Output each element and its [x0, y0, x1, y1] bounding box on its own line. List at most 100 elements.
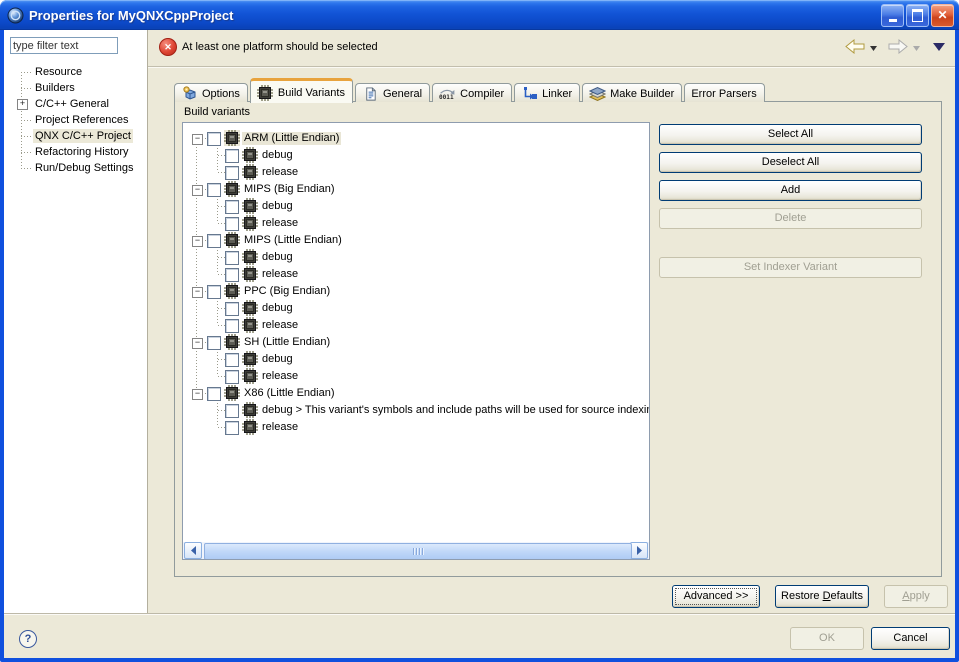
variant-label[interactable]: PPC (Big Endian) — [242, 285, 332, 298]
scrollbar-track[interactable] — [203, 543, 629, 558]
help-button[interactable]: ? — [19, 630, 37, 648]
sidebar-item-qnx-c-c-project[interactable]: QNX C/C++ Project — [4, 128, 147, 144]
scrollbar-thumb[interactable] — [204, 543, 632, 560]
checkbox[interactable] — [225, 200, 239, 214]
minimize-icon — [889, 19, 897, 22]
variant-label[interactable]: MIPS (Little Endian) — [242, 234, 344, 247]
tree-connector-line — [218, 257, 225, 258]
sidebar-item-builders[interactable]: Builders — [4, 80, 147, 96]
checkbox[interactable] — [225, 404, 239, 418]
maximize-icon — [912, 9, 923, 22]
variant-label[interactable]: debug > This variant's symbols and inclu… — [260, 404, 649, 417]
tab-build-variants[interactable]: Build Variants — [250, 78, 353, 103]
variant-label[interactable]: debug — [260, 149, 295, 162]
variant-label[interactable]: SH (Little Endian) — [242, 336, 332, 349]
tab-general[interactable]: General — [355, 83, 430, 102]
tab-make-builder[interactable]: Make Builder — [582, 83, 682, 102]
variant-label[interactable]: release — [260, 217, 300, 230]
checkbox[interactable] — [225, 268, 239, 282]
checkbox[interactable] — [225, 353, 239, 367]
checkbox[interactable] — [225, 302, 239, 316]
close-button[interactable]: ✕ — [931, 4, 954, 27]
checkbox[interactable] — [225, 370, 239, 384]
tab-linker[interactable]: Linker — [514, 83, 580, 102]
sidebar-item-run-debug-settings[interactable]: Run/Debug Settings — [4, 160, 147, 176]
tree-connector-line — [218, 359, 225, 360]
minimize-button[interactable] — [881, 4, 904, 27]
variant-group: − PPC (Big Endian) debug release — [183, 283, 649, 334]
variant-label[interactable]: release — [260, 319, 300, 332]
variant-label[interactable]: debug — [260, 353, 295, 366]
sidebar-tree: Resource Builders+C/C++ GeneralProject Re… — [4, 64, 147, 204]
variant-label[interactable]: release — [260, 166, 300, 179]
variant-label[interactable]: MIPS (Big Endian) — [242, 183, 336, 196]
variant-group: − SH (Little Endian) debug release — [183, 334, 649, 385]
collapse-icon[interactable]: − — [192, 389, 203, 400]
filter-input[interactable] — [10, 37, 118, 54]
checkbox[interactable] — [225, 251, 239, 265]
sidebar-item-resource[interactable]: Resource — [4, 64, 147, 80]
cancel-button[interactable]: Cancel — [871, 627, 950, 650]
tree-connector-line — [218, 376, 225, 377]
sidebar-item-project-references[interactable]: Project References — [4, 112, 147, 128]
tab-compiler[interactable]: 0011Compiler — [432, 83, 512, 102]
advanced-button[interactable]: Advanced >> — [672, 585, 760, 608]
variant-label[interactable]: release — [260, 268, 300, 281]
checkbox[interactable] — [207, 132, 221, 146]
checkbox[interactable] — [225, 421, 239, 435]
sidebar-item-c-c-general[interactable]: +C/C++ General — [4, 96, 147, 112]
collapse-icon[interactable]: − — [192, 185, 203, 196]
tree-row: − MIPS (Big Endian) — [183, 181, 649, 198]
scroll-left-button[interactable] — [184, 542, 202, 559]
tree-connector-line — [21, 152, 31, 153]
tree-row: − MIPS (Little Endian) — [183, 232, 649, 249]
tab-error-parsers[interactable]: Error Parsers — [684, 83, 764, 102]
sidebar-item-refactoring-history[interactable]: Refactoring History — [4, 144, 147, 160]
checkbox[interactable] — [207, 336, 221, 350]
variant-label[interactable]: ARM (Little Endian) — [242, 132, 341, 145]
window-controls: ✕ — [881, 4, 954, 27]
checkbox[interactable] — [207, 285, 221, 299]
collapse-icon[interactable]: − — [192, 338, 203, 349]
variant-group: − X86 (Little Endian) debug > This variant… — [183, 385, 649, 436]
variant-label[interactable]: debug — [260, 302, 295, 315]
back-dropdown-icon[interactable] — [870, 42, 877, 54]
properties-dialog: Properties for MyQNXCppProject ✕ Resourc… — [0, 0, 959, 662]
chip-icon — [242, 317, 258, 333]
checkbox[interactable] — [207, 183, 221, 197]
variant-label[interactable]: release — [260, 370, 300, 383]
view-menu-button[interactable] — [933, 42, 945, 54]
deselect-all-button[interactable]: Deselect All — [659, 152, 922, 173]
checkbox[interactable] — [207, 234, 221, 248]
add-button[interactable]: Add — [659, 180, 922, 201]
collapse-icon[interactable]: − — [192, 134, 203, 145]
checkbox[interactable] — [207, 387, 221, 401]
variant-label[interactable]: debug — [260, 200, 295, 213]
chip-icon — [224, 232, 240, 248]
forward-dropdown-icon[interactable] — [913, 42, 920, 54]
checkbox[interactable] — [225, 166, 239, 180]
restore-defaults-button[interactable]: Restore Defaults — [775, 585, 869, 608]
sidebar-item-label: Builders — [33, 81, 77, 95]
checkbox[interactable] — [225, 149, 239, 163]
variant-label[interactable]: debug — [260, 251, 295, 264]
collapse-icon[interactable]: − — [192, 287, 203, 298]
select-all-button[interactable]: Select All — [659, 124, 922, 145]
forward-button[interactable] — [888, 39, 908, 57]
tab-options[interactable]: Options — [174, 83, 248, 102]
maximize-button[interactable] — [906, 4, 929, 27]
expand-icon[interactable]: + — [17, 99, 28, 110]
collapse-icon[interactable]: − — [192, 236, 203, 247]
back-button[interactable] — [845, 39, 865, 57]
variant-label[interactable]: X86 (Little Endian) — [242, 387, 337, 400]
titlebar[interactable]: Properties for MyQNXCppProject ✕ — [0, 0, 959, 30]
scroll-right-button[interactable] — [630, 542, 648, 559]
variant-label[interactable]: release — [260, 421, 300, 434]
checkbox[interactable] — [225, 319, 239, 333]
error-icon: ✕ — [159, 38, 177, 56]
horizontal-scrollbar[interactable] — [183, 542, 649, 559]
checkbox[interactable] — [225, 217, 239, 231]
chip-icon — [242, 164, 258, 180]
tree-row: debug — [183, 249, 649, 266]
sidebar-item-label: Resource — [33, 65, 84, 79]
